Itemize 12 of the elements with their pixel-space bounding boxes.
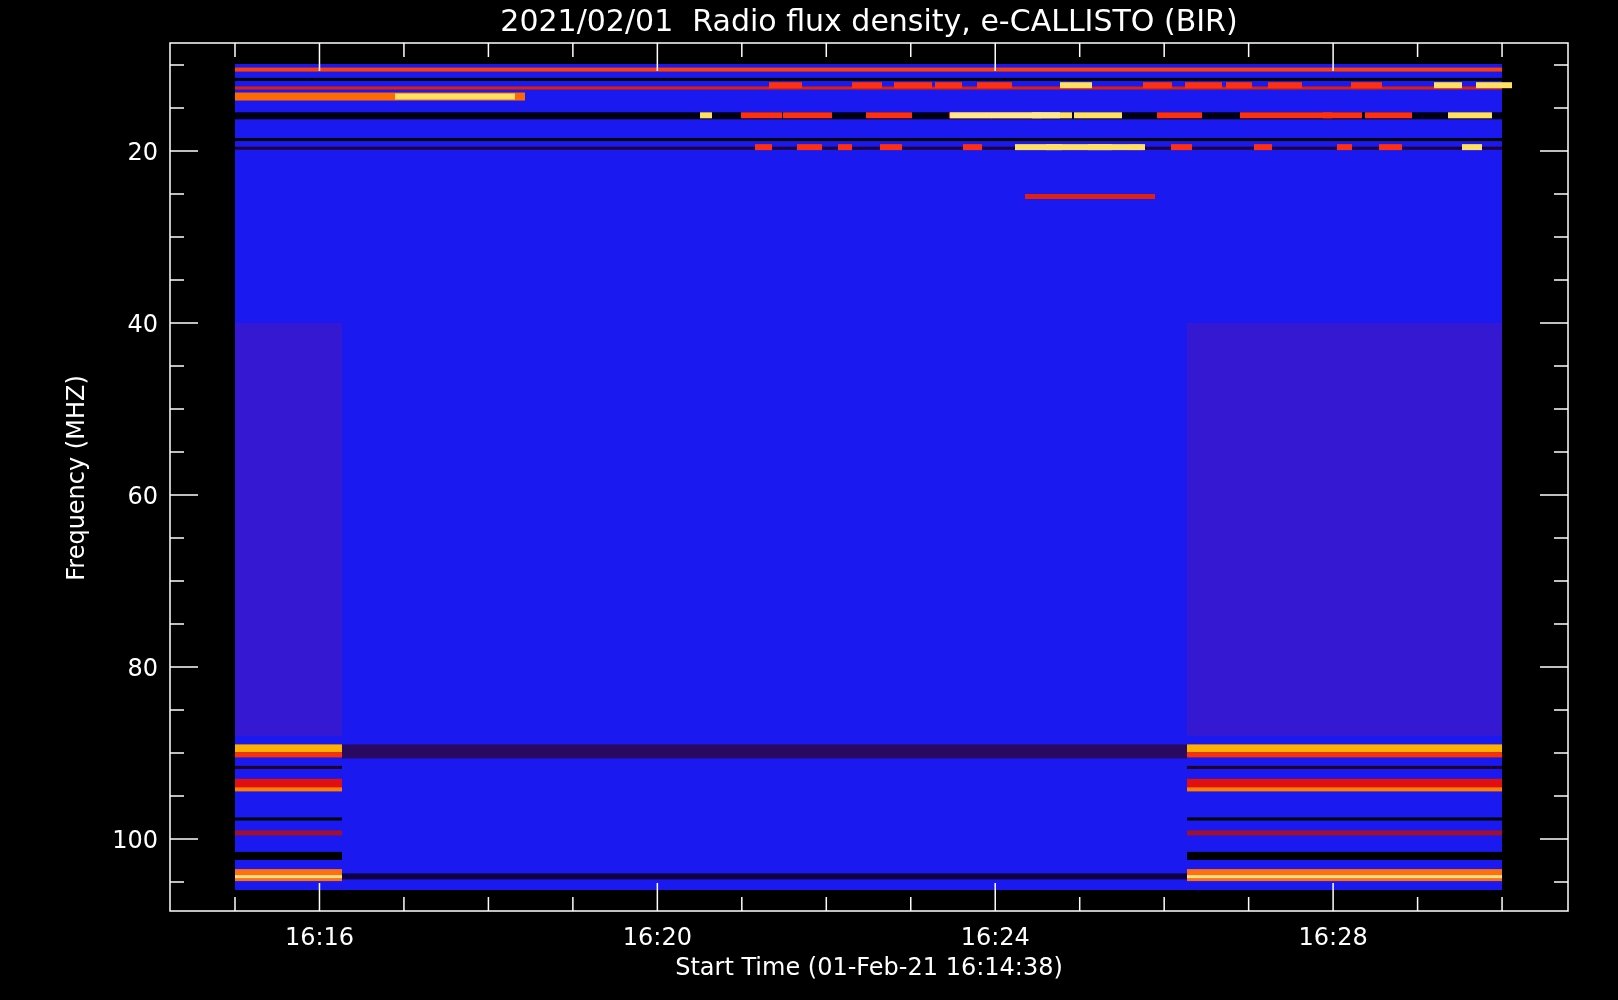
chart-title: 2021/02/01 Radio flux density, e-CALLISTO (BIR) <box>500 3 1238 38</box>
x-tick-label: 16:16 <box>284 923 355 951</box>
y-tick-label: 100 <box>112 826 158 854</box>
y-tick-label: 80 <box>127 654 158 682</box>
y-tick-label: 20 <box>127 138 158 166</box>
x-tick-label: 16:20 <box>622 923 692 951</box>
y-tick-label: 40 <box>127 310 158 338</box>
x-tick-label: 16:24 <box>960 923 1030 951</box>
x-axis-label: Start Time (01-Feb-21 16:14:38) <box>675 953 1063 981</box>
y-tick-label: 60 <box>127 482 158 510</box>
y-axis-label: Frequency (MHZ) <box>62 375 90 581</box>
x-tick-label: 16:28 <box>1298 923 1368 951</box>
